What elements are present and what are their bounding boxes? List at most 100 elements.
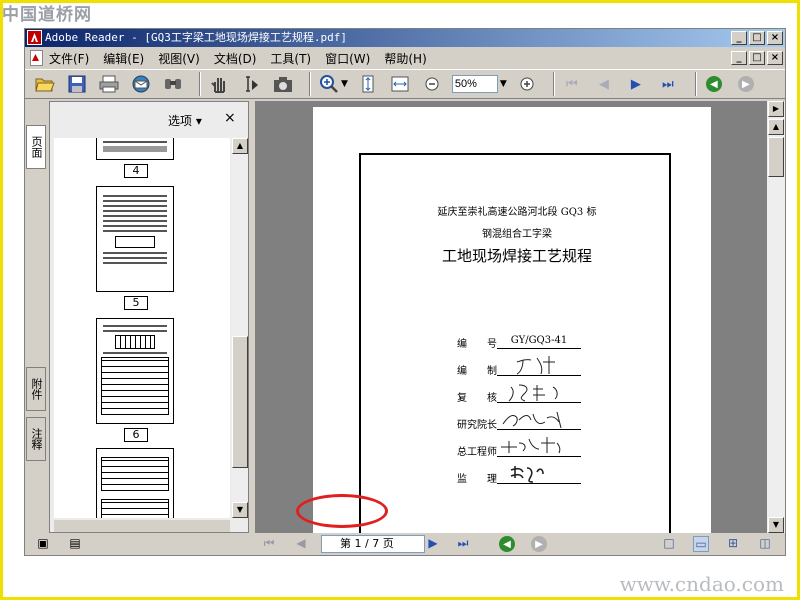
doc-minimize-button[interactable]: _ [731, 51, 747, 65]
page-layout-icon[interactable]: ▣ [35, 536, 51, 552]
field-label: 研究院长 [457, 420, 497, 431]
minimize-button[interactable]: _ [731, 31, 747, 45]
zoom-input[interactable] [451, 75, 498, 93]
next-page-icon[interactable]: ▶ [625, 73, 647, 95]
back-icon[interactable]: ◀ [703, 73, 725, 95]
pages-panel-hscrollbar[interactable] [54, 520, 230, 532]
field-label: 编 号 [457, 339, 497, 350]
restore-button[interactable]: □ [749, 31, 765, 45]
search-icon[interactable] [161, 72, 185, 96]
zoom-in-icon[interactable] [515, 72, 539, 96]
signature-image [508, 384, 558, 402]
page-thumbnail[interactable] [96, 186, 174, 292]
page-frame: 延庆至崇礼高速公路河北段 GQ3 标 钢混组合工字梁 工地现场焊接工艺规程 编 … [359, 153, 671, 533]
toolbar-separator [309, 72, 311, 96]
continuous-icon[interactable]: ▭ [693, 536, 709, 552]
fit-page-icon[interactable] [356, 72, 380, 96]
page-thumbnail[interactable] [96, 138, 174, 160]
field-label: 复 核 [457, 393, 497, 404]
pdf-page: 延庆至崇礼高速公路河北段 GQ3 标 钢混组合工字梁 工地现场焊接工艺规程 编 … [313, 107, 711, 533]
menu-edit[interactable]: 编辑(E) [103, 50, 144, 67]
zoom-out-icon[interactable] [420, 72, 444, 96]
toolbar-separator [199, 72, 201, 96]
thumbnail-list: 4 5 6 [54, 138, 230, 518]
close-panel-icon[interactable]: × [224, 110, 236, 126]
page-thumbnail[interactable] [96, 318, 174, 424]
hand-icon[interactable] [207, 72, 231, 96]
page-number-label: 6 [124, 428, 148, 442]
prev-page-icon[interactable]: ◀ [293, 536, 309, 552]
select-text-icon[interactable] [239, 72, 263, 96]
close-button[interactable]: × [767, 31, 783, 45]
pages-panel: 选项 ▾ × 4 5 6 ▲ ▼ [49, 101, 249, 533]
forward-icon[interactable]: ▶ [735, 73, 757, 95]
zoom-tool-dropdown-icon[interactable]: ▼ [341, 79, 348, 89]
scroll-right-icon[interactable]: ▶ [768, 101, 784, 117]
menu-document[interactable]: 文档(D) [214, 50, 257, 67]
email-icon[interactable] [129, 72, 153, 96]
first-page-icon[interactable]: ⏮ [261, 536, 277, 552]
back-icon[interactable]: ◀ [499, 536, 515, 552]
page-number-field[interactable]: 第 1 / 7 页 [321, 535, 425, 553]
zoom-in-tool-icon[interactable] [317, 72, 341, 96]
page-number-label: 5 [124, 296, 148, 310]
signature-image [510, 466, 544, 483]
field-prepared: 编 制 [457, 356, 587, 377]
watermark-top: 中国道桥网 [2, 5, 92, 25]
document-icon[interactable] [29, 50, 43, 66]
scroll-down-icon[interactable]: ▼ [768, 517, 784, 533]
page-number-label: 4 [124, 164, 148, 178]
print-icon[interactable] [97, 72, 121, 96]
menu-file[interactable]: 文件(F) [49, 50, 89, 67]
window-title: Adobe Reader - [GQ3工字梁工地现场焊接工艺规程.pdf] [45, 31, 347, 44]
doc-close-button[interactable]: × [767, 51, 783, 65]
scroll-up-icon[interactable]: ▲ [768, 119, 784, 135]
adobe-reader-icon [27, 30, 42, 45]
scroll-down-icon[interactable]: ▼ [232, 502, 248, 518]
first-page-icon[interactable]: ⏮ [561, 73, 583, 95]
fit-width-icon[interactable] [388, 72, 412, 96]
page-thumbnail[interactable] [96, 448, 174, 518]
field-label: 总工程师 [457, 447, 497, 458]
tab-comments[interactable]: 注释 [26, 417, 46, 461]
scroll-thumb[interactable] [768, 137, 784, 177]
field-review: 复 核 [457, 384, 587, 404]
single-page-icon[interactable]: □ [661, 536, 677, 552]
field-value: GY/GQ3-41 [497, 335, 581, 349]
continuous-facing-icon[interactable]: ◫ [757, 536, 773, 552]
menu-help[interactable]: 帮助(H) [384, 50, 426, 67]
scroll-up-icon[interactable]: ▲ [232, 138, 248, 154]
open-icon[interactable] [33, 72, 57, 96]
signature-image [502, 411, 562, 429]
title-bar[interactable]: Adobe Reader - [GQ3工字梁工地现场焊接工艺规程.pdf] _ … [25, 29, 785, 47]
menu-tools[interactable]: 工具(T) [270, 50, 311, 67]
field-number: 编 号 GY/GQ3-41 [457, 335, 587, 350]
document-viewer: 延庆至崇礼高速公路河北段 GQ3 标 钢混组合工字梁 工地现场焊接工艺规程 编 … [255, 101, 767, 533]
document-scrollbar[interactable]: ▶ ▲ ▼ [767, 101, 785, 533]
doc-title: 工地现场焊接工艺规程 [441, 247, 592, 265]
tab-attachments[interactable]: 附件 [26, 367, 46, 411]
options-button[interactable]: 选项 ▾ [168, 112, 202, 129]
last-page-icon[interactable]: ⏭ [455, 536, 471, 552]
snapshot-icon[interactable] [271, 72, 295, 96]
facing-icon[interactable]: ⊞ [725, 536, 741, 552]
prev-page-icon[interactable]: ◀ [593, 73, 615, 95]
forward-icon[interactable]: ▶ [531, 536, 547, 552]
scroll-thumb[interactable] [232, 336, 248, 468]
tab-pages[interactable]: 页面 [26, 125, 46, 169]
signature-image [501, 437, 561, 454]
watermark-bottom: www.cndao.com [619, 572, 784, 596]
pages-panel-header: 选项 ▾ × [50, 102, 248, 136]
save-icon[interactable] [65, 72, 89, 96]
menu-window[interactable]: 窗口(W) [325, 50, 370, 67]
highlight-ellipse [296, 494, 388, 528]
menu-view[interactable]: 视图(V) [158, 50, 200, 67]
next-page-icon[interactable]: ▶ [425, 536, 441, 552]
pages-panel-scrollbar[interactable]: ▲ ▼ [232, 138, 248, 518]
document-properties-icon[interactable]: ▤ [67, 536, 83, 552]
doc-line2: 钢混组合工字梁 [482, 229, 552, 240]
zoom-dropdown-icon[interactable]: ▼ [500, 79, 507, 89]
doc-restore-button[interactable]: □ [749, 51, 765, 65]
toolbar: ▼ ▼ ⏮ ◀ ▶ ⏭ ◀ ▶ [25, 69, 785, 99]
last-page-icon[interactable]: ⏭ [657, 73, 679, 95]
